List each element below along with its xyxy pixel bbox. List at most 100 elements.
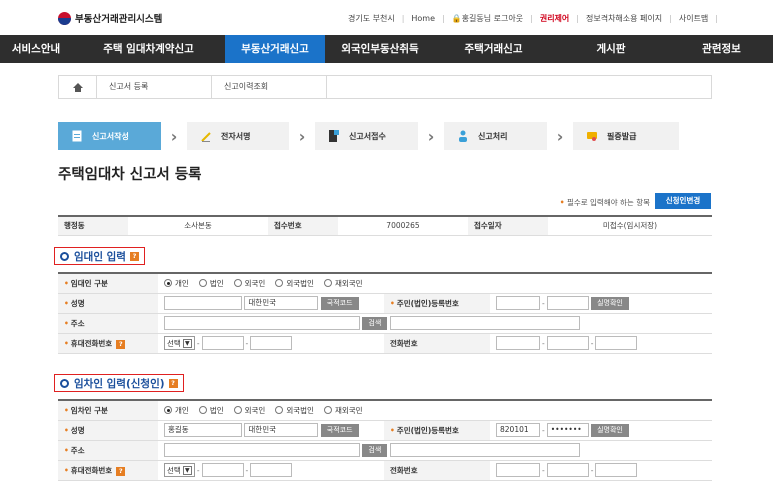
lessee-phone-2[interactable] bbox=[546, 463, 589, 477]
nav-item-foreign-acquisition[interactable]: 외국인부동산취득 bbox=[325, 35, 435, 63]
help-icon[interactable]: ? bbox=[116, 339, 126, 349]
change-applicant-button[interactable]: 신청인변경 bbox=[655, 193, 711, 209]
lessor-form: • 임대인 구분 개인 법인 외국인 외국법인 재외국민 • 성명 대한민국 국적코… bbox=[58, 272, 712, 354]
main-nav: 서비스안내 주택 임대차계약신고 부동산거래신고 외국인부동산취득 주택거래신고… bbox=[0, 35, 773, 63]
country-code-button[interactable]: 국적코드 bbox=[320, 423, 359, 437]
lessor-name-label: • 성명 bbox=[58, 293, 158, 314]
step-label: 전자서명 bbox=[221, 131, 251, 141]
country-code-button[interactable]: 국적코드 bbox=[320, 296, 359, 310]
radio-foreign-corp[interactable] bbox=[275, 406, 284, 415]
radio-foreigner[interactable] bbox=[233, 406, 242, 415]
region-label: 경기도 부천시 bbox=[347, 14, 395, 23]
help-icon[interactable]: ? bbox=[116, 466, 126, 476]
nav-item-housing-report[interactable]: 주택거래신고 bbox=[435, 35, 552, 63]
verify-name-button[interactable]: 실명확인 bbox=[591, 423, 629, 437]
chevron-right-icon: › bbox=[556, 126, 564, 146]
lessee-phone-1[interactable] bbox=[496, 463, 540, 477]
breadcrumb: 신고서 등록 신고이력조회 bbox=[58, 75, 712, 99]
utility-links: 경기도 부천시 | Home | 🔒 홍길동님 로그아웃 | 권리제어 | 정보격차해소용… bbox=[347, 13, 718, 24]
radio-foreigner[interactable] bbox=[233, 279, 242, 288]
site-logo[interactable]: 부동산거래관리시스템 bbox=[58, 11, 162, 25]
radio-individual[interactable] bbox=[164, 279, 172, 288]
logo-text: 부동산거래관리시스템 bbox=[75, 14, 163, 25]
pen-icon bbox=[201, 132, 211, 142]
lessor-mobile-mid[interactable] bbox=[201, 336, 244, 350]
radio-corporation[interactable] bbox=[198, 406, 207, 415]
lessor-mobile-label: • 휴대전화번호? bbox=[58, 333, 158, 354]
lessee-regno-front[interactable]: 820101 bbox=[496, 423, 540, 437]
page-title: 주택임대차 신고서 등록 bbox=[58, 167, 202, 183]
admin-dong-value: 소사본동 bbox=[128, 216, 268, 236]
lessor-section-title: 임대인 입력 ? bbox=[54, 247, 145, 265]
lessor-mobile-last[interactable] bbox=[250, 336, 293, 350]
lessor-regno-label: • 주민(법인)등록번호 bbox=[384, 293, 490, 314]
top-utility-bar: 부동산거래관리시스템 경기도 부천시 | Home | 🔒 홍길동님 로그아웃 | 권리… bbox=[0, 0, 773, 35]
breadcrumb-register[interactable]: 신고서 등록 bbox=[97, 76, 212, 98]
person-icon bbox=[459, 130, 467, 142]
step-write: 신고서작성 bbox=[58, 122, 161, 150]
address-search-button[interactable]: 검색 bbox=[362, 443, 388, 457]
auth-control-link[interactable]: 권리제어 bbox=[540, 13, 569, 24]
chevron-right-icon: › bbox=[298, 126, 306, 146]
lessor-address-input[interactable] bbox=[164, 316, 360, 330]
mobile-prefix-select[interactable]: 선택 ▼ bbox=[164, 336, 195, 350]
radio-foreign-corp[interactable] bbox=[275, 279, 284, 288]
chevron-right-icon: › bbox=[170, 126, 178, 146]
nav-item-lease-report[interactable]: 주택 임대차계약신고 bbox=[72, 35, 225, 63]
lessor-regno-front[interactable] bbox=[496, 296, 540, 310]
verify-name-button[interactable]: 실명확인 bbox=[591, 296, 629, 310]
accessibility-link[interactable]: 정보격차해소용 페이지 bbox=[586, 13, 662, 24]
breadcrumb-history[interactable]: 신고이력조회 bbox=[212, 76, 327, 98]
home-button[interactable] bbox=[59, 76, 97, 98]
lessor-address-label: • 주소 bbox=[58, 313, 158, 334]
lessee-address-detail-input[interactable] bbox=[389, 443, 580, 457]
radio-overseas-korean[interactable] bbox=[323, 279, 332, 288]
lessor-phone-label: 전화번호 bbox=[384, 333, 490, 354]
lessee-form: • 임차인 구분 개인 법인 외국인 외국법인 재외국민 • 성명 홍길동 대한민국… bbox=[58, 399, 712, 481]
document-icon bbox=[72, 130, 82, 142]
lessor-address-detail-input[interactable] bbox=[389, 316, 580, 330]
lessee-country-input[interactable]: 대한민국 bbox=[244, 423, 319, 437]
radio-individual[interactable] bbox=[164, 406, 172, 415]
lessee-name-label: • 성명 bbox=[58, 420, 158, 441]
help-icon[interactable]: ? bbox=[168, 378, 178, 388]
lessor-phone-2[interactable] bbox=[546, 336, 589, 350]
lessor-phone-1[interactable] bbox=[496, 336, 540, 350]
step-label: 필증발급 bbox=[607, 131, 637, 141]
lessee-name-input[interactable]: 홍길동 bbox=[164, 423, 242, 437]
radio-corporation[interactable] bbox=[198, 279, 207, 288]
taegeuk-logo-icon bbox=[58, 11, 71, 25]
chevron-right-icon: › bbox=[427, 126, 435, 146]
logout-link[interactable]: 홍길동님 로그아웃 bbox=[462, 13, 523, 24]
lessee-regno-back[interactable]: ••••••• bbox=[546, 423, 589, 437]
lessor-country-input[interactable]: 대한민국 bbox=[244, 296, 319, 310]
lessor-type-radios: 개인 법인 외국인 외국법인 재외국민 bbox=[158, 278, 712, 289]
radio-overseas-korean[interactable] bbox=[323, 406, 332, 415]
address-search-button[interactable]: 검색 bbox=[362, 316, 388, 330]
lessor-phone-3[interactable] bbox=[595, 336, 638, 350]
lessor-regno-back[interactable] bbox=[546, 296, 589, 310]
lessee-type-radios: 개인 법인 외국인 외국법인 재외국민 bbox=[158, 405, 712, 416]
chevron-down-icon: ▼ bbox=[182, 338, 192, 348]
home-link[interactable]: Home bbox=[411, 14, 435, 23]
required-note: • 필수로 입력해야 하는 항목 bbox=[559, 198, 650, 207]
lessee-phone-3[interactable] bbox=[595, 463, 638, 477]
step-label: 신고서접수 bbox=[349, 131, 386, 141]
nav-item-board[interactable]: 게시판 bbox=[552, 35, 670, 63]
lessee-mobile-mid[interactable] bbox=[201, 463, 244, 477]
lessee-regno-label: • 주민(법인)등록번호 bbox=[384, 420, 490, 441]
lessor-name-input[interactable] bbox=[164, 296, 242, 310]
nav-item-related-info[interactable]: 관련정보 bbox=[670, 35, 773, 63]
help-icon[interactable]: ? bbox=[129, 251, 139, 261]
sitemap-link[interactable]: 사이트맵 bbox=[679, 13, 708, 24]
nav-item-service[interactable]: 서비스안내 bbox=[0, 35, 72, 63]
step-process: 신고처리 bbox=[444, 122, 547, 150]
mobile-prefix-select[interactable]: 선택 ▼ bbox=[164, 463, 195, 477]
step-receive: 신고서접수 bbox=[315, 122, 418, 150]
lessee-phone-label: 전화번호 bbox=[384, 460, 490, 481]
step-label: 신고서작성 bbox=[92, 131, 129, 141]
nav-item-realestate-report[interactable]: 부동산거래신고 bbox=[225, 35, 325, 63]
home-icon bbox=[72, 83, 83, 92]
lessee-mobile-last[interactable] bbox=[250, 463, 293, 477]
lessee-address-input[interactable] bbox=[164, 443, 360, 457]
